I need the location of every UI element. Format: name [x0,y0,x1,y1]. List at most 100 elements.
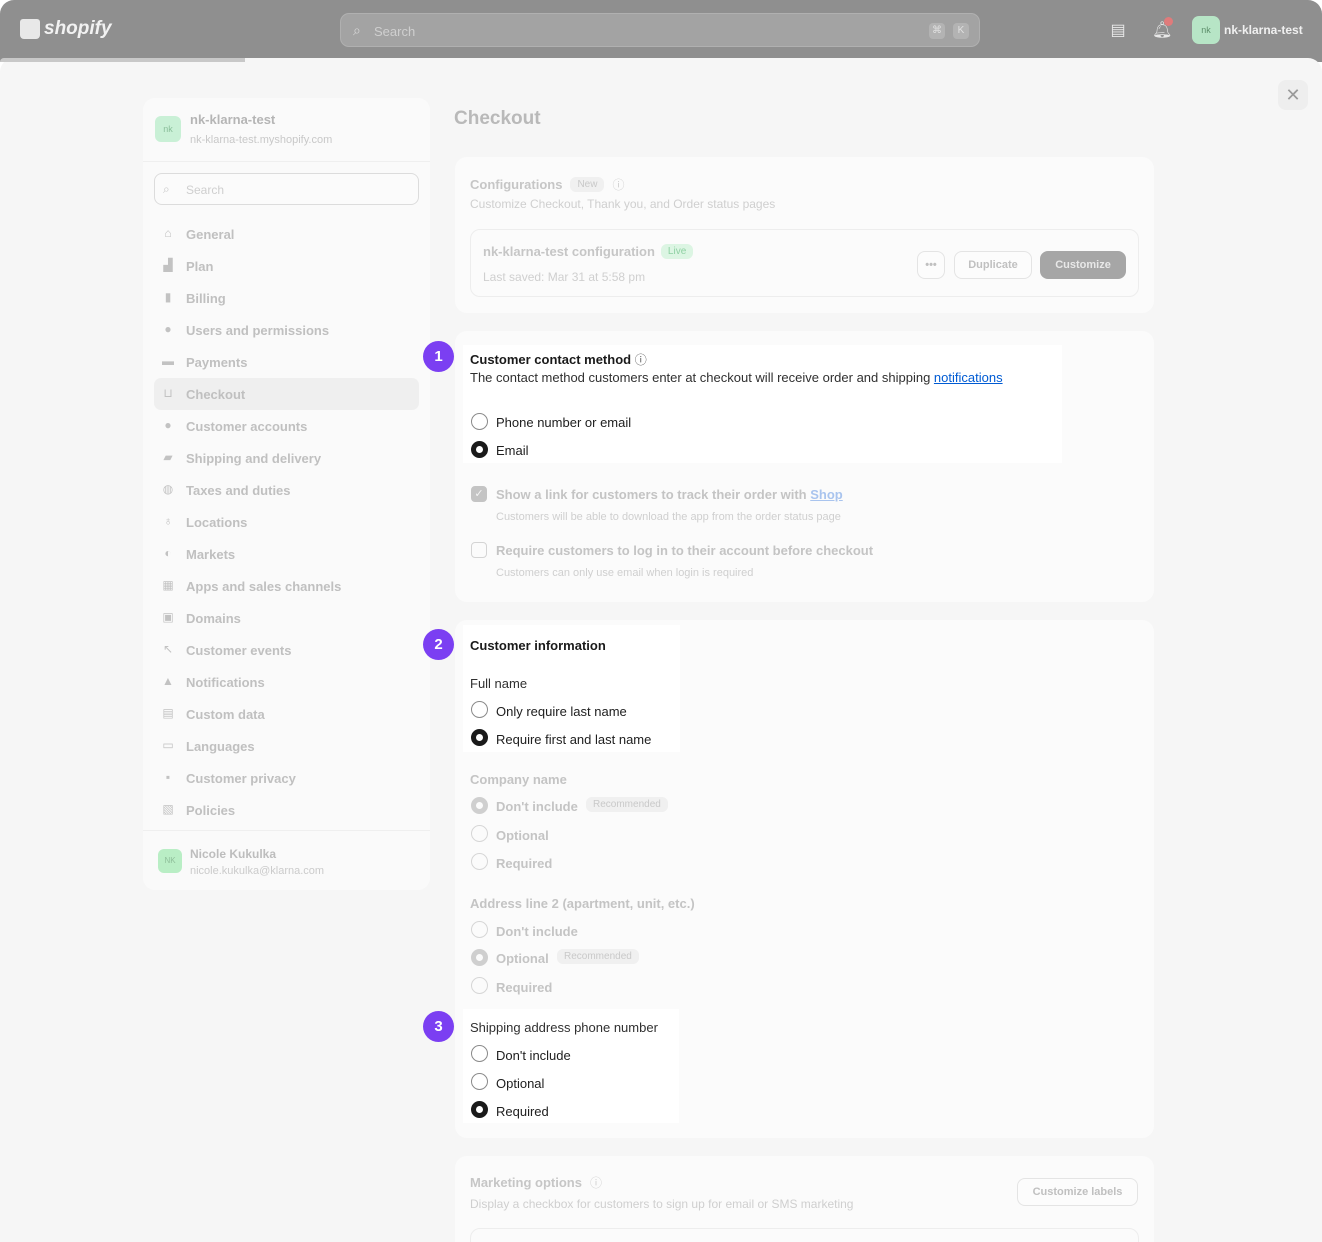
sidebar-item-plan[interactable]: ▟ Plan [154,250,419,282]
sidebar-item-billing[interactable]: ▮ Billing [154,282,419,314]
store-avatar: nk [155,116,181,142]
radio-phone-or-email[interactable] [471,413,488,430]
store-card[interactable]: nk nk-klarna-test nk-klarna-test.myshopi… [143,98,430,162]
events-icon: ↖ [162,642,174,656]
sidebar-item-label: Custom data [186,707,265,722]
shop-link[interactable]: Shop [810,487,843,502]
store-name[interactable]: nk-klarna-test [1224,23,1303,37]
shopify-logo[interactable]: shopify [20,18,112,40]
duplicate-button[interactable]: Duplicate [954,251,1032,279]
sidebar-item-customer-privacy[interactable]: ▪ Customer privacy [154,762,419,794]
store-avatar[interactable]: nk [1192,16,1220,44]
configurations-title: Configurations [470,177,563,192]
bell-icon: ▲ [162,674,174,688]
user-card[interactable]: NK Nicole Kukulka nicole.kukulka@klarna.… [143,830,430,890]
shopify-bag-icon [20,19,40,39]
radio-company-dont-include[interactable] [471,797,488,814]
sidebar-item-customer-events[interactable]: ↖ Customer events [154,634,419,666]
person-icon: ● [164,418,172,432]
radio-company-required[interactable] [471,853,488,870]
sidebar-item-policies[interactable]: ▧ Policies [154,794,419,826]
configurations-card: Configurations New ⓘ Customize Checkout,… [455,157,1154,313]
sidebar-item-payments[interactable]: ▬ Payments [154,346,419,378]
sidebar-item-label: Payments [186,355,248,370]
sidebar-item-languages[interactable]: ▭ Languages [154,730,419,762]
require-login-help: Customers can only use email when login … [496,567,754,579]
store-url: nk-klarna-test.myshopify.com [190,134,333,146]
user-name: Nicole Kukulka [190,847,277,861]
shop-link-checkbox[interactable]: ✓ [471,486,487,502]
sidebar-item-custom-data[interactable]: ▤ Custom data [154,698,419,730]
radio-phone-dont-include[interactable] [471,1045,488,1062]
settings-nav: ⌂ General ▟ Plan ▮ Billing ● Users and permi… [154,218,419,826]
store-icon: ⌂ [164,226,172,240]
sidebar-item-label: Users and permissions [186,323,330,338]
billing-icon: ▮ [164,290,172,304]
plan-icon: ▟ [163,258,173,272]
radio-label: Only require last name [496,704,627,719]
loading-progress-bar [0,58,245,62]
sidebar-item-taxes[interactable]: ◍ Taxes and duties [154,474,419,506]
configurations-subtitle: Customize Checkout, Thank you, and Order… [470,197,776,211]
configuration-row: nk-klarna-test configuration Live Last s… [470,229,1139,297]
address-line-2-label: Address line 2 (apartment, unit, etc.) [470,896,695,911]
sidebar-item-checkout[interactable]: ⊔ Checkout [154,378,419,410]
require-login-checkbox[interactable] [471,542,487,558]
notifications-link[interactable]: notifications [934,370,1003,385]
radio-address2-dont-include[interactable] [471,921,488,938]
close-icon[interactable]: ✕ [1278,80,1308,110]
language-icon: ▭ [162,738,174,752]
sidebar-item-markets[interactable]: ◐ Markets [154,538,419,570]
company-name-label: Company name [470,772,567,787]
truck-icon: ▰ [163,450,173,464]
sidebar-item-label: Customer events [186,643,292,658]
radio-email[interactable] [471,441,488,458]
sidebar-item-locations[interactable]: ♁ Locations [154,506,419,538]
inbox-icon[interactable]: ▤ [1108,20,1128,40]
radio-last-name-only[interactable] [471,701,488,718]
search-placeholder: Search [186,183,225,197]
marketing-option-row [470,1228,1139,1242]
radio-company-optional[interactable] [471,825,488,842]
customize-button[interactable]: Customize [1040,251,1126,279]
sidebar-item-notifications[interactable]: ▲ Notifications [154,666,419,698]
sidebar-item-customer-accounts[interactable]: ● Customer accounts [154,410,419,442]
configuration-name: nk-klarna-test configuration [483,244,655,259]
shipping-phone-label: Shipping address phone number [470,1020,658,1035]
policy-icon: ▧ [162,802,174,816]
radio-address2-optional[interactable] [471,949,488,966]
sidebar-item-users[interactable]: ● Users and permissions [154,314,419,346]
info-icon[interactable]: ⓘ [590,1174,602,1191]
sidebar-item-shipping[interactable]: ▰ Shipping and delivery [154,442,419,474]
settings-search-input[interactable]: ⌕ Search [154,173,419,205]
sidebar-item-label: General [186,227,235,242]
radio-phone-required[interactable] [471,1101,488,1118]
radio-label: Required [496,856,553,871]
sidebar-item-domains[interactable]: ▣ Domains [154,602,419,634]
customer-information-title: Customer information [470,638,606,653]
radio-phone-optional[interactable] [471,1073,488,1090]
customize-labels-button[interactable]: Customize labels [1017,1178,1138,1206]
new-badge: New [570,177,605,192]
info-icon[interactable]: ⓘ [612,176,624,193]
user-avatar: NK [158,849,182,873]
radio-first-and-last-name[interactable] [471,729,488,746]
global-search-input[interactable]: ⌕ Search ⌘ K [340,13,980,47]
contact-method-title: Customer contact method ⓘ [470,352,647,367]
step-badge-1: 1 [423,341,454,372]
sidebar-item-label: Policies [186,803,236,818]
sidebar-item-label: Plan [186,259,214,274]
command-key-hint: ⌘ [929,23,945,39]
sidebar-item-label: Customer privacy [186,771,296,786]
info-icon[interactable]: ⓘ [635,353,647,367]
sidebar-item-label: Domains [186,611,241,626]
search-placeholder: Search [374,24,416,39]
step-badge-2: 2 [423,629,454,660]
sidebar-item-general[interactable]: ⌂ General [154,218,419,250]
sidebar-item-apps[interactable]: ▦ Apps and sales channels [154,570,419,602]
more-actions-button[interactable]: ••• [917,251,945,279]
radio-label: Email [496,443,529,458]
sidebar-item-label: Markets [186,547,236,562]
radio-address2-required[interactable] [471,977,488,994]
search-icon: ⌕ [353,22,361,38]
